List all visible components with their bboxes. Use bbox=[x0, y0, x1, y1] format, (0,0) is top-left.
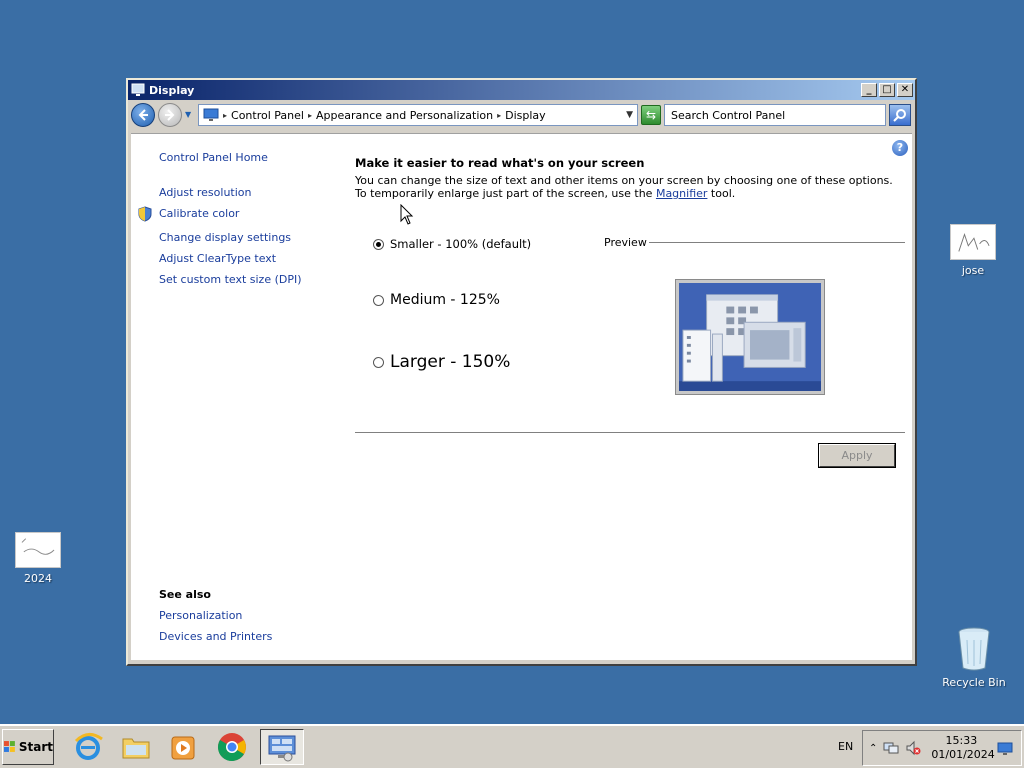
control-panel-icon bbox=[203, 108, 219, 121]
link-control-panel-home[interactable]: Control Panel Home bbox=[159, 151, 268, 164]
option-larger[interactable]: Larger - 150% bbox=[373, 352, 510, 372]
clock[interactable]: 15:33 01/01/2024 bbox=[931, 734, 995, 762]
link-calibrate-color[interactable]: Calibrate color bbox=[159, 207, 239, 220]
media-player-icon bbox=[171, 736, 195, 760]
desktop-icon-jose[interactable]: jose bbox=[938, 224, 1008, 277]
folder-icon bbox=[122, 738, 150, 759]
taskbar-file-explorer[interactable] bbox=[116, 729, 156, 765]
control-panel-icon bbox=[268, 735, 296, 762]
section-divider bbox=[355, 432, 905, 433]
arrow-right-icon bbox=[165, 109, 175, 121]
address-toolbar: ▼ ▸ Control Panel ▸ Appearance and Perso… bbox=[128, 100, 915, 130]
taskbar-media-player[interactable] bbox=[164, 729, 204, 765]
display-window: Display _ □ ✕ ▼ ▸ Control Panel ▸ Appear… bbox=[126, 78, 917, 666]
task-pane: Control Panel Home Adjust resolution Cal… bbox=[131, 134, 341, 660]
taskbar: Start EN ⌃ 15:33 01/01/2024 bbox=[0, 724, 1024, 768]
window-title: Display bbox=[149, 83, 195, 97]
radio-medium[interactable] bbox=[373, 294, 384, 306]
mouse-cursor-icon bbox=[400, 204, 414, 225]
search-button[interactable] bbox=[889, 104, 911, 126]
recent-pages-dropdown-icon[interactable]: ▼ bbox=[185, 110, 195, 120]
start-button[interactable]: Start bbox=[2, 729, 54, 765]
language-indicator[interactable]: EN bbox=[838, 740, 853, 753]
link-change-display-settings[interactable]: Change display settings bbox=[159, 231, 291, 244]
breadcrumb-display[interactable]: Display bbox=[505, 109, 546, 122]
description-text-end: tool. bbox=[707, 187, 736, 200]
page-title: Make it easier to read what's on your sc… bbox=[355, 156, 645, 170]
show-hidden-icons-icon[interactable]: ⌃ bbox=[869, 743, 877, 754]
apply-button[interactable]: Apply bbox=[818, 443, 896, 468]
breadcrumb-appearance[interactable]: Appearance and Personalization bbox=[316, 109, 493, 122]
system-tray: ⌃ 15:33 01/01/2024 bbox=[862, 730, 1022, 766]
link-adjust-cleartype[interactable]: Adjust ClearType text bbox=[159, 252, 276, 265]
desktop-icon-2024[interactable]: 2024 bbox=[3, 532, 73, 585]
link-personalization[interactable]: Personalization bbox=[159, 609, 242, 622]
desktop-icon-label: jose bbox=[961, 264, 985, 277]
forward-button[interactable] bbox=[158, 103, 182, 127]
option-label: Smaller - 100% (default) bbox=[390, 237, 532, 251]
option-smaller[interactable]: Smaller - 100% (default) bbox=[373, 237, 531, 251]
option-label: Medium - 125% bbox=[390, 292, 500, 308]
taskbar-chrome[interactable] bbox=[212, 729, 252, 765]
display-icon bbox=[131, 83, 145, 96]
chevron-right-icon[interactable]: ▸ bbox=[497, 111, 501, 120]
clock-date: 01/01/2024 bbox=[931, 748, 995, 761]
maximize-button[interactable]: □ bbox=[879, 83, 895, 97]
start-label: Start bbox=[18, 740, 53, 754]
radio-smaller[interactable] bbox=[373, 238, 384, 250]
page-description: You can change the size of text and othe… bbox=[355, 174, 905, 200]
title-bar[interactable]: Display _ □ ✕ bbox=[128, 80, 915, 100]
search-icon bbox=[893, 109, 906, 122]
recycle-bin-icon bbox=[954, 626, 994, 672]
link-devices-printers[interactable]: Devices and Printers bbox=[159, 630, 272, 643]
chrome-icon bbox=[218, 733, 246, 762]
desktop-icon-label: 2024 bbox=[24, 572, 52, 585]
back-button[interactable] bbox=[131, 103, 155, 127]
preview-image bbox=[675, 279, 825, 395]
sketch-thumbnail-icon bbox=[950, 224, 996, 260]
internet-explorer-icon bbox=[74, 733, 103, 760]
preview-label: Preview bbox=[604, 236, 647, 249]
sketch-thumbnail-icon bbox=[15, 532, 61, 568]
network-icon[interactable] bbox=[883, 740, 899, 756]
main-pane: Make it easier to read what's on your sc… bbox=[355, 134, 905, 660]
link-custom-text-size[interactable]: Set custom text size (DPI) bbox=[159, 273, 302, 286]
taskbar-internet-explorer[interactable] bbox=[68, 729, 108, 765]
volume-muted-icon[interactable] bbox=[905, 740, 921, 756]
show-desktop-icon[interactable] bbox=[997, 740, 1013, 756]
refresh-button[interactable]: ⇆ bbox=[641, 105, 661, 125]
refresh-icon: ⇆ bbox=[645, 108, 657, 122]
breadcrumb-control-panel[interactable]: Control Panel bbox=[231, 109, 304, 122]
search-input[interactable]: Search Control Panel bbox=[664, 104, 886, 126]
uac-shield-icon bbox=[138, 206, 152, 222]
magnifier-link[interactable]: Magnifier bbox=[656, 187, 707, 200]
arrow-left-icon bbox=[138, 109, 148, 121]
link-adjust-resolution[interactable]: Adjust resolution bbox=[159, 186, 252, 199]
minimize-button[interactable]: _ bbox=[861, 83, 877, 97]
chevron-right-icon[interactable]: ▸ bbox=[223, 111, 227, 120]
desktop-icon-label: Recycle Bin bbox=[942, 676, 1006, 689]
option-medium[interactable]: Medium - 125% bbox=[373, 292, 500, 308]
breadcrumb[interactable]: ▸ Control Panel ▸ Appearance and Persona… bbox=[198, 104, 638, 126]
chevron-right-icon[interactable]: ▸ bbox=[308, 111, 312, 120]
see-also-heading: See also bbox=[159, 588, 211, 601]
taskbar-control-panel[interactable] bbox=[260, 729, 304, 765]
address-dropdown-icon[interactable]: ▼ bbox=[626, 110, 633, 120]
clock-time: 15:33 bbox=[945, 734, 978, 747]
windows-logo-icon bbox=[3, 741, 15, 752]
description-text: You can change the size of text and othe… bbox=[355, 174, 893, 200]
radio-larger[interactable] bbox=[373, 356, 384, 368]
desktop-icon-recycle-bin[interactable]: Recycle Bin bbox=[939, 626, 1009, 689]
preview-divider bbox=[649, 242, 905, 243]
close-button[interactable]: ✕ bbox=[897, 83, 913, 97]
option-label: Larger - 150% bbox=[390, 352, 511, 372]
content-area: ? Control Panel Home Adjust resolution C… bbox=[131, 133, 912, 660]
